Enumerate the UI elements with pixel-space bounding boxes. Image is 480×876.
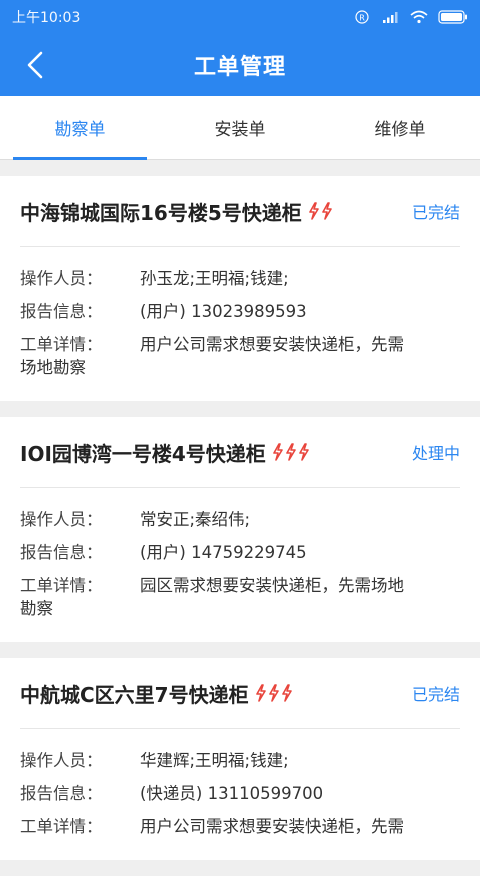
- chevron-left-icon: [27, 51, 43, 79]
- operator-label: 操作人员：: [20, 751, 103, 770]
- order-list: 中海锦城国际16号楼5号快递柜 已完结 操作人员： 孙玉龙;王明福;钱建; 报告…: [0, 176, 480, 876]
- status-badge: 已完结: [411, 203, 460, 222]
- order-card-body: 操作人员： 常安正;秦绍伟; 报告信息： (用户) 14759229745 工单…: [20, 488, 460, 642]
- tab-install[interactable]: 安装单: [160, 96, 320, 159]
- order-card-body: 操作人员： 孙玉龙;王明福;钱建; 报告信息： (用户) 13023989593…: [20, 247, 460, 401]
- operator-row: 操作人员： 华建辉;王明福;钱建;: [20, 749, 460, 772]
- detail-value-line2: 场地勘察: [20, 358, 86, 377]
- operator-value: 孙玉龙;王明福;钱建;: [140, 269, 289, 288]
- operator-row: 操作人员： 常安正;秦绍伟;: [20, 508, 460, 531]
- order-card-header: 中航城C区六里7号快递柜 已完结: [20, 658, 460, 729]
- registered-icon: R: [355, 10, 369, 24]
- detail-value-line1: 用户公司需求想要安装快递柜，先需: [140, 817, 404, 836]
- report-value: (快递员) 13110599700: [140, 784, 324, 803]
- order-title: 中航城C区六里7号快递柜: [20, 682, 249, 707]
- tab-repair[interactable]: 维修单: [320, 96, 480, 159]
- detail-row: 工单详情： 用户公司需求想要安装快递柜，先需: [20, 815, 460, 838]
- report-row: 报告信息： (用户) 14759229745: [20, 541, 460, 564]
- order-title: IOI园博湾一号楼4号快递柜: [20, 441, 266, 466]
- order-card-header: 中海锦城国际16号楼5号快递柜 已完结: [20, 176, 460, 247]
- detail-value-line1: 园区需求想要安装快递柜，先需场地: [140, 576, 404, 595]
- tab-survey[interactable]: 勘察单: [0, 96, 160, 160]
- lightning-icon: [281, 684, 292, 702]
- operator-value: 常安正;秦绍伟;: [140, 510, 251, 529]
- report-row: 报告信息： (用户) 13023989593: [20, 300, 460, 323]
- lightning-icon: [268, 684, 279, 702]
- report-label: 报告信息：: [20, 784, 103, 803]
- order-card[interactable]: IOI园博湾一号楼4号快递柜 处理中 操作人员： 常安正;秦绍伟; 报告信息： …: [0, 417, 480, 642]
- report-value: (用户) 14759229745: [140, 543, 307, 562]
- back-button[interactable]: [18, 48, 52, 82]
- page-title: 工单管理: [193, 55, 286, 80]
- urgency-bolts: [272, 443, 309, 461]
- detail-label: 工单详情：: [20, 817, 103, 836]
- status-badge: 已完结: [411, 685, 460, 704]
- lightning-icon: [308, 202, 319, 220]
- order-card-body: 操作人员： 华建辉;王明福;钱建; 报告信息： (快递员) 1311059970…: [20, 729, 460, 860]
- report-row: 报告信息： (快递员) 13110599700: [20, 782, 460, 805]
- lightning-icon: [321, 202, 332, 220]
- urgency-bolts: [308, 202, 332, 220]
- tab-bar: 勘察单 安装单 维修单: [0, 96, 480, 160]
- app-header: 工单管理: [0, 34, 480, 96]
- order-title-wrap: IOI园博湾一号楼4号快递柜: [20, 438, 309, 467]
- status-bar: 上午10:03 R: [0, 0, 480, 34]
- operator-value: 华建辉;王明福;钱建;: [140, 751, 289, 770]
- report-value: (用户) 13023989593: [140, 302, 307, 321]
- wifi-icon: [410, 10, 428, 24]
- order-title-wrap: 中航城C区六里7号快递柜: [20, 679, 292, 708]
- detail-label: 工单详情：: [20, 335, 103, 354]
- status-time: 上午10:03: [12, 10, 81, 26]
- lightning-icon: [299, 443, 309, 461]
- detail-label: 工单详情：: [20, 576, 103, 595]
- battery-icon: [438, 10, 467, 24]
- detail-row: 工单详情： 用户公司需求想要安装快递柜，先需 场地勘察: [20, 333, 460, 379]
- detail-value-line2: 勘察: [20, 599, 53, 618]
- svg-text:R: R: [359, 13, 365, 22]
- urgency-bolts: [255, 684, 292, 702]
- detail-value-line1: 用户公司需求想要安装快递柜，先需: [140, 335, 404, 354]
- operator-label: 操作人员：: [20, 510, 103, 529]
- order-title-wrap: 中海锦城国际16号楼5号快递柜: [20, 197, 332, 226]
- report-label: 报告信息：: [20, 302, 103, 321]
- detail-row: 工单详情： 园区需求想要安装快递柜，先需场地 勘察: [20, 574, 460, 620]
- lightning-icon: [273, 443, 283, 461]
- report-label: 报告信息：: [20, 543, 103, 562]
- operator-label: 操作人员：: [20, 269, 103, 288]
- signal-icon: [383, 12, 398, 23]
- order-card[interactable]: 中海锦城国际16号楼5号快递柜 已完结 操作人员： 孙玉龙;王明福;钱建; 报告…: [0, 176, 480, 401]
- lightning-icon: [286, 443, 296, 461]
- status-badge: 处理中: [411, 444, 460, 463]
- operator-row: 操作人员： 孙玉龙;王明福;钱建;: [20, 267, 460, 290]
- lightning-icon: [255, 684, 266, 702]
- status-icons: R: [354, 10, 468, 24]
- order-title: 中海锦城国际16号楼5号快递柜: [20, 200, 302, 225]
- order-card-header: IOI园博湾一号楼4号快递柜 处理中: [20, 417, 460, 488]
- order-card[interactable]: 中航城C区六里7号快递柜 已完结 操作人员： 华建辉;王明福;钱建; 报告信息：…: [0, 658, 480, 860]
